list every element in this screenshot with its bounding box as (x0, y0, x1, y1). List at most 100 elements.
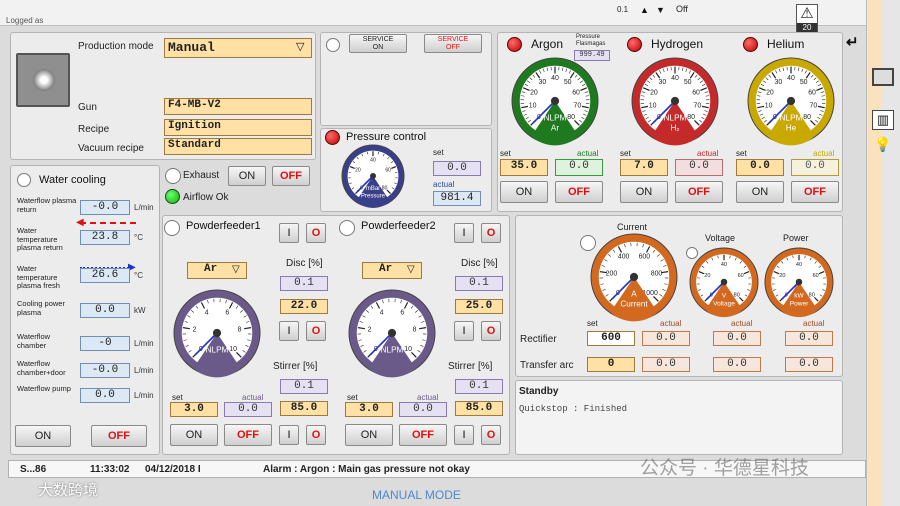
watermark-left: 大数跨境 (38, 482, 99, 499)
feeder-off-button[interactable]: OFF (224, 424, 272, 446)
water-row-unit: L/min (134, 203, 154, 212)
feeder-bottom-o-button[interactable]: O (481, 425, 501, 445)
gauge-tick-label: 60 (813, 273, 819, 279)
feeder-title: Powderfeeder2 (361, 220, 436, 232)
gauge-tick-label: 400 (618, 254, 630, 261)
gas-off-button[interactable]: OFF (791, 181, 839, 203)
gauge-tick-label: 60 (808, 89, 816, 96)
flasmagas-label: Pressure Flasmagas (576, 34, 606, 47)
stirrer-actual-value: 0.1 (280, 379, 328, 394)
gas-off-button[interactable]: OFF (675, 181, 723, 203)
gauge-tick-label: 70 (574, 102, 582, 109)
service-off-button[interactable]: SERVICE OFF (424, 34, 482, 53)
production-mode-select[interactable]: Manual (164, 38, 312, 58)
return-arrow-icon (80, 222, 136, 224)
disc-i-button[interactable]: I (279, 321, 299, 341)
water-row-label: Waterflow chamber+door (17, 359, 66, 377)
gauge-label: A (631, 289, 637, 298)
rect-actual-label-1: actual (660, 319, 682, 328)
back-arrow-icon[interactable]: ↵ (846, 33, 859, 51)
transfer-voltage-value: 0.0 (713, 357, 761, 372)
feeder-on-button[interactable]: ON (345, 424, 393, 446)
chevron-down-icon[interactable]: ▽ (232, 264, 240, 275)
airflow-label: Airflow Ok (183, 192, 229, 203)
logged-as: Logged as (6, 16, 44, 25)
recipe-label: Recipe (78, 124, 110, 135)
feeder-gauge: 0246810NLPM (348, 289, 436, 378)
gauge-hub (670, 96, 680, 106)
feeder-bottom-i-button[interactable]: I (454, 425, 474, 445)
gas-off-button[interactable]: OFF (555, 181, 603, 203)
water-on-button[interactable]: ON (15, 425, 71, 447)
gas-actual-value: 0.0 (791, 159, 839, 176)
gauge-label: NLPM (206, 345, 229, 354)
gas-set-value[interactable]: 0.0 (736, 159, 784, 176)
gauge-label: H₂ (670, 123, 679, 132)
feeder-title: Powderfeeder1 (186, 220, 261, 232)
feeder-on-button[interactable]: ON (170, 424, 218, 446)
gauge-tick-label: 2 (193, 326, 197, 333)
stirrer-set-value[interactable]: 85.0 (280, 401, 328, 416)
voltage-title: Voltage (705, 233, 736, 243)
gauge-tick-label: 30 (538, 79, 546, 86)
feeder-o-button[interactable]: O (481, 223, 501, 243)
water-row-label: Water temperature plasma fresh (17, 264, 60, 291)
feeder-bottom-o-button[interactable]: O (306, 425, 326, 445)
feeder-set-value[interactable]: 3.0 (345, 402, 393, 417)
chart-icon[interactable]: ▥ (872, 110, 894, 130)
arrow-down-icon[interactable]: ▼ (656, 5, 665, 15)
feeder-set-value[interactable]: 3.0 (170, 402, 218, 417)
watermark-right: 公众号 · 华德星科技 (640, 458, 809, 479)
feeder-off-button[interactable]: OFF (399, 424, 447, 446)
vacuum-recipe-field[interactable]: Standard (164, 138, 312, 155)
gas-on-button[interactable]: ON (500, 181, 548, 203)
gauge-tick-label: 60 (692, 89, 700, 96)
service-radio[interactable] (326, 38, 340, 52)
gauge-tick-label: 40 (721, 262, 727, 268)
exhaust-radio[interactable] (165, 168, 181, 184)
feeder-bottom-i-button[interactable]: I (279, 425, 299, 445)
feeder-i-button[interactable]: I (454, 223, 474, 243)
arrow-up-icon[interactable]: ▲ (640, 5, 649, 15)
exhaust-on-button[interactable]: ON (228, 166, 266, 186)
disc-o-button[interactable]: O (481, 321, 501, 341)
gauge-tick-label: 10 (649, 102, 657, 109)
chevron-down-icon[interactable]: ▽ (296, 40, 304, 53)
machine-logo-icon (16, 53, 70, 107)
gas-on-button[interactable]: ON (736, 181, 784, 203)
disc-i-button[interactable]: I (454, 321, 474, 341)
power-gauge: 020406080kWPower (764, 247, 834, 318)
pressure-led (325, 130, 340, 145)
zoom-level: 0.1 (617, 5, 629, 14)
chevron-down-icon[interactable]: ▽ (407, 264, 415, 275)
disc-set-value[interactable]: 22.0 (280, 299, 328, 314)
gauge-label: Pressure (361, 193, 386, 199)
gauge-hub (629, 272, 639, 282)
feeder-radio[interactable] (164, 220, 180, 236)
feeder-radio[interactable] (339, 220, 355, 236)
monitor-icon[interactable] (872, 68, 894, 86)
rect-actual-label-3: actual (803, 319, 825, 328)
gas-set-value[interactable]: 7.0 (620, 159, 668, 176)
airflow-led (165, 189, 180, 204)
water-cooling-radio[interactable] (17, 173, 31, 187)
water-off-button[interactable]: OFF (91, 425, 147, 447)
gas-on-button[interactable]: ON (620, 181, 668, 203)
service-on-button[interactable]: SERVICE ON (349, 34, 407, 53)
feeder-o-button[interactable]: O (306, 223, 326, 243)
rectifier-set-input[interactable]: 600 (587, 331, 635, 346)
stirrer-set-value[interactable]: 85.0 (455, 401, 503, 416)
recipe-field[interactable]: Ignition (164, 119, 312, 136)
gauge-tick-label: 30 (774, 79, 782, 86)
gas-set-value[interactable]: 35.0 (500, 159, 548, 176)
gauge-label: Voltage (713, 300, 735, 307)
gauge-label: kW (794, 292, 804, 299)
exhaust-off-button[interactable]: OFF (272, 166, 310, 186)
transfer-set-input[interactable]: 0 (587, 357, 635, 372)
feeder-i-button[interactable]: I (279, 223, 299, 243)
voltage-gauge: 020406080VVoltage (689, 247, 759, 318)
stirrer-actual-value: 0.1 (455, 379, 503, 394)
disc-set-value[interactable]: 25.0 (455, 299, 503, 314)
bulb-icon[interactable]: 💡 (872, 136, 894, 156)
disc-o-button[interactable]: O (306, 321, 326, 341)
